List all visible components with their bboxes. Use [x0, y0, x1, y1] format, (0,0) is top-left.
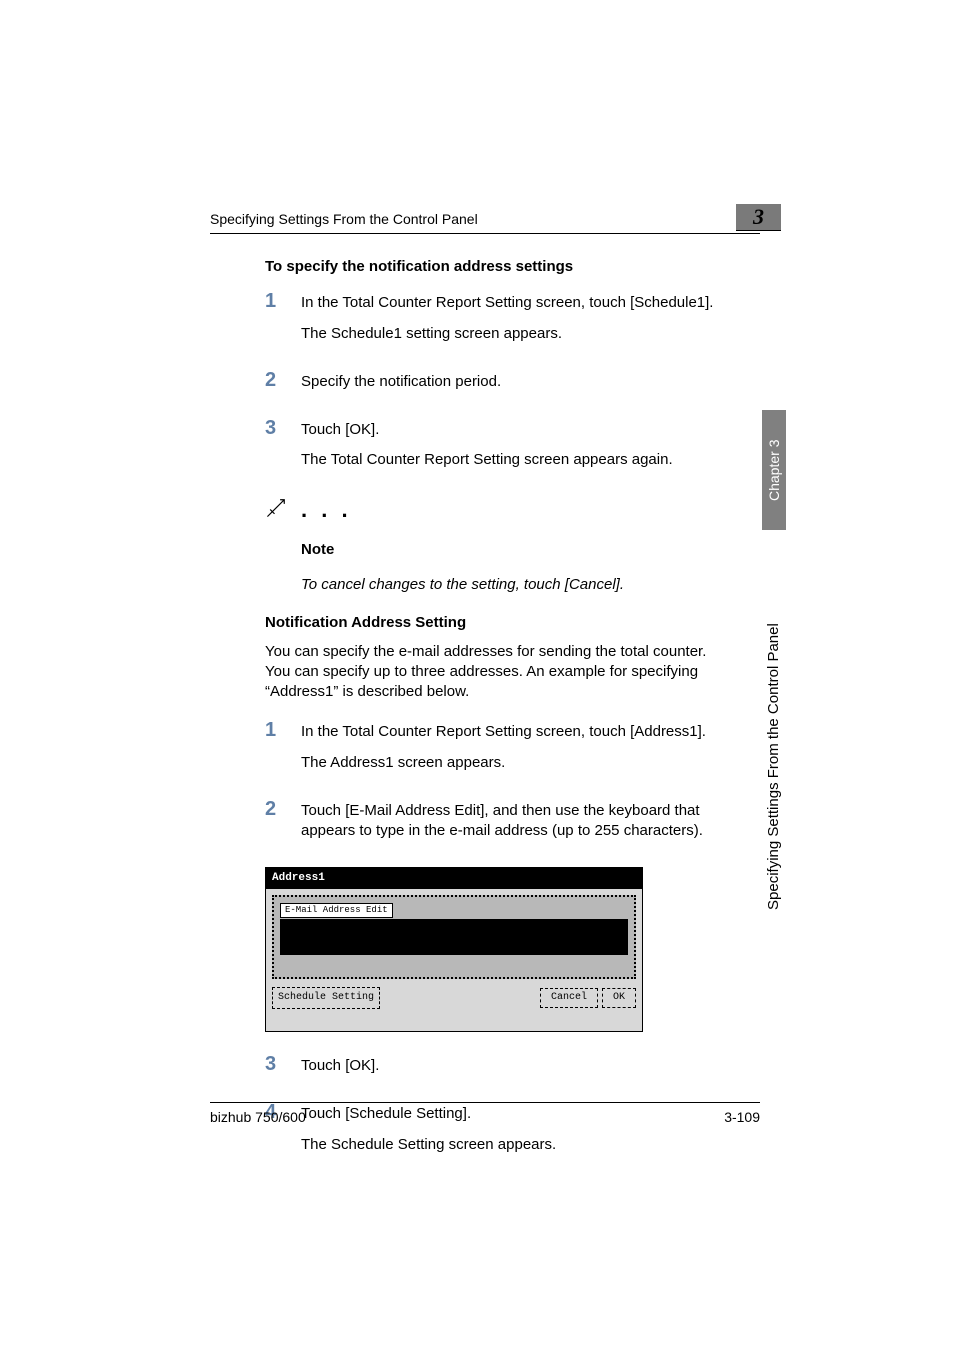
note-icon — [265, 497, 301, 525]
side-title: Specifying Settings From the Control Pan… — [765, 540, 782, 910]
note-row: . . . — [265, 497, 733, 525]
side-chapter-tab: Chapter 3 — [762, 410, 786, 530]
step-item: 3 Touch [OK]. — [265, 1054, 733, 1086]
step-body: Touch [E-Mail Address Edit], and then us… — [301, 799, 733, 852]
side-title-text: Specifying Settings From the Control Pan… — [765, 623, 782, 910]
footer-left: bizhub 750/600 — [210, 1109, 306, 1125]
section1-heading: To specify the notification address sett… — [265, 257, 733, 277]
step-number: 3 — [265, 418, 301, 481]
step-text: Touch [OK]. — [301, 1056, 733, 1076]
main-content: To specify the notification address sett… — [265, 257, 733, 1181]
step-text: In the Total Counter Report Setting scre… — [301, 293, 733, 313]
running-header: Specifying Settings From the Control Pan… — [210, 211, 760, 234]
note-label: Note — [301, 540, 733, 560]
step-body: In the Total Counter Report Setting scre… — [301, 291, 733, 354]
panel-title: Address1 — [266, 868, 642, 889]
step-number: 2 — [265, 799, 301, 852]
section2-intro: You can specify the e-mail addresses for… — [265, 642, 733, 703]
step-item: 1 In the Total Counter Report Setting sc… — [265, 291, 733, 354]
panel-button-row: Schedule Setting Cancel OK — [272, 987, 636, 1009]
step-text: The Schedule1 setting screen appears. — [301, 324, 733, 344]
ok-button[interactable]: OK — [602, 988, 636, 1008]
step-number: 3 — [265, 1054, 301, 1086]
note-dots: . . . — [301, 497, 352, 521]
address1-panel: Address1 E-Mail Address Edit Schedule Se… — [265, 867, 643, 1032]
chapter-number: 3 — [753, 204, 764, 229]
step-body: Touch [OK]. The Total Counter Report Set… — [301, 418, 733, 481]
section1-steps: 1 In the Total Counter Report Setting sc… — [265, 291, 733, 480]
page-footer: bizhub 750/600 3-109 — [210, 1102, 760, 1125]
step-item: 3 Touch [OK]. The Total Counter Report S… — [265, 418, 733, 481]
step-text: The Schedule Setting screen appears. — [301, 1135, 733, 1155]
step-text: Touch [E-Mail Address Edit], and then us… — [301, 801, 733, 842]
section2-heading: Notification Address Setting — [265, 613, 733, 633]
step-body: Specify the notification period. — [301, 370, 733, 402]
step-text: Touch [OK]. — [301, 420, 733, 440]
step-item: 1 In the Total Counter Report Setting sc… — [265, 720, 733, 783]
step-text: The Total Counter Report Setting screen … — [301, 450, 733, 470]
footer-right: 3-109 — [724, 1109, 760, 1125]
step-number: 2 — [265, 370, 301, 402]
running-header-text: Specifying Settings From the Control Pan… — [210, 211, 478, 227]
cancel-button[interactable]: Cancel — [540, 988, 598, 1008]
note-text: To cancel changes to the setting, touch … — [301, 575, 733, 595]
step-text: Specify the notification period. — [301, 372, 733, 392]
step-item: 2 Touch [E-Mail Address Edit], and then … — [265, 799, 733, 852]
step-body: In the Total Counter Report Setting scre… — [301, 720, 733, 783]
panel-dotted-area: E-Mail Address Edit — [272, 895, 636, 979]
step-text: The Address1 screen appears. — [301, 753, 733, 773]
email-address-edit-button[interactable]: E-Mail Address Edit — [280, 903, 393, 918]
step-body: Touch [OK]. — [301, 1054, 733, 1086]
schedule-setting-button[interactable]: Schedule Setting — [272, 987, 380, 1009]
step-item: 2 Specify the notification period. — [265, 370, 733, 402]
cancel-ok-group: Cancel OK — [540, 988, 636, 1008]
email-input-area[interactable] — [280, 919, 628, 955]
section2-steps-a: 1 In the Total Counter Report Setting sc… — [265, 720, 733, 851]
panel-body: E-Mail Address Edit Schedule Setting Can… — [266, 889, 642, 1031]
page: Specifying Settings From the Control Pan… — [0, 0, 954, 1350]
step-number: 1 — [265, 291, 301, 354]
step-number: 1 — [265, 720, 301, 783]
step-text: In the Total Counter Report Setting scre… — [301, 722, 733, 742]
side-chapter-text: Chapter 3 — [766, 439, 782, 500]
chapter-number-tab: 3 — [736, 204, 781, 231]
